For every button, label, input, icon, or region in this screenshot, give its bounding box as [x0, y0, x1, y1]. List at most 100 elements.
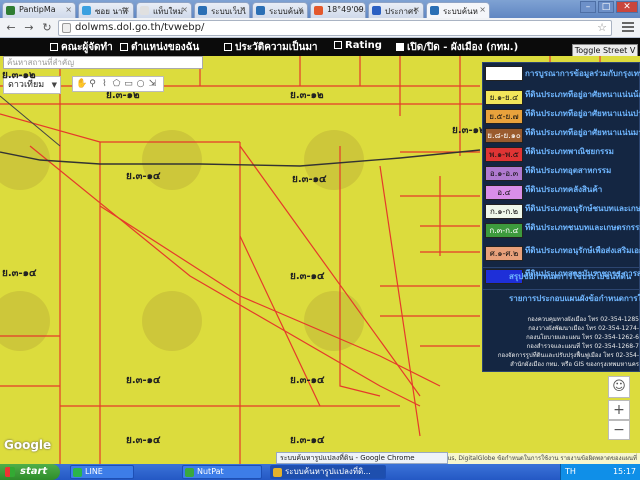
page-info-icon[interactable] — [62, 23, 71, 33]
tab-favicon-icon — [256, 6, 265, 15]
tab-close-icon[interactable]: × — [65, 5, 72, 14]
contact-line: กองนโยบายและแผน โทร 02-354-1262-6 — [526, 334, 639, 341]
taskbar-item[interactable]: LINE — [70, 465, 134, 479]
browser-tab[interactable]: PantipMa × — [2, 2, 76, 18]
contact-line: กองสำรวจและแผนที่ โทร 02-354-1268-7 — [526, 343, 639, 350]
tab-close-icon[interactable]: × — [413, 5, 420, 14]
site-menu-item[interactable]: คณะผู้จัดทำ — [50, 40, 113, 55]
zone-label: ย.๓-๑๔ — [126, 435, 161, 446]
legend-swatch: ก.๑-ก.๒ — [485, 204, 523, 219]
forward-arrow-icon[interactable]: → — [22, 21, 36, 35]
close-window-button[interactable]: ✕ — [616, 1, 638, 13]
legend-swatch: ก.๓-ก.๔ — [485, 223, 523, 238]
site-menu-bar: คณะผู้จัดทำ ตำแหน่งของฉัน ประวัติความเป็นม… — [0, 38, 640, 56]
browser-tab-strip: – □ ✕ PantipMa × ซอย นาฬิ × แท็บใหม่ × ระบบเว็… — [0, 0, 640, 18]
site-menu-label: ตำแหน่งของฉัน — [131, 42, 200, 53]
app-icon — [273, 468, 282, 477]
site-menu-label: เปิด/ปิด - ผังเมือง (กทม.) — [407, 42, 519, 53]
legend-row: พ.๑-พ.๕ ที่ดินประเภทพาณิชยกรรม — [483, 144, 640, 165]
legend-row: ก.๓-ก.๔ ที่ดินประเภทชนบทและเกษตรกรรม — [483, 220, 640, 241]
zone-label: ย.๓-๑๒ — [106, 90, 140, 101]
site-menu-label: Rating — [345, 40, 382, 51]
windows-flag-icon — [5, 467, 15, 477]
minimize-button[interactable]: – — [580, 1, 596, 13]
legend-text: ที่ดินประเภทอนุรักษ์เพื่อส่งเสริมเอกลักษ… — [525, 246, 640, 255]
tab-favicon-icon — [198, 6, 207, 15]
tab-favicon-icon — [314, 6, 323, 15]
tab-close-icon[interactable]: × — [297, 5, 304, 14]
site-menu-item[interactable]: ประวัติความเป็นมา — [224, 40, 318, 55]
legend-text: ที่ดินประเภทที่อยู่อาศัยหนาแน่นน้อย — [525, 90, 640, 99]
language-indicator[interactable]: TH — [565, 464, 576, 480]
browser-tab[interactable]: ประกาศรั × — [368, 2, 424, 18]
contact-list: กองควบคุมทางผังเมือง โทร 02-354-1285 กองว… — [483, 315, 640, 369]
reload-icon[interactable]: ↻ — [40, 21, 54, 35]
start-button[interactable]: start — [0, 464, 60, 480]
browser-tab[interactable]: ระบบค้นห × — [252, 2, 308, 18]
legend-row: ก.๑-ก.๒ที่ดินประเภทอนุรักษ์ชนบทและเกษตรก… — [483, 201, 640, 222]
legend-row: ศ.๑-ศ.๒ ที่ดินประเภทอนุรักษ์เพื่อส่งเสริม… — [483, 243, 640, 264]
tab-label: PantipMa — [19, 5, 56, 14]
browser-tab[interactable]: ระบบค้นห × — [426, 2, 490, 18]
legend-text: ที่ดินประเภทอนุรักษ์ชนบทและเกษตรกรรม — [525, 204, 640, 213]
pegman-icon[interactable]: ☺ — [608, 376, 630, 398]
zoom-out-button[interactable]: − — [608, 420, 630, 440]
site-menu-item[interactable]: ตำแหน่งของฉัน — [120, 40, 199, 55]
tab-close-icon[interactable]: × — [479, 5, 486, 14]
browser-tab[interactable]: 18°49'09. × — [310, 2, 366, 18]
zoom-in-button[interactable]: + — [608, 400, 630, 420]
tab-label: ระบบค้นห — [443, 7, 478, 16]
taskbar-item-label: LINE — [85, 467, 103, 476]
tab-close-icon[interactable]: × — [181, 5, 188, 14]
tab-close-icon[interactable]: × — [239, 5, 246, 14]
site-menu-label: ประวัติความเป็นมา — [235, 42, 318, 53]
bookmark-star-icon[interactable]: ☆ — [597, 21, 607, 35]
checkbox-icon[interactable] — [120, 43, 128, 51]
taskbar-item[interactable]: NutPat — [182, 465, 262, 479]
marker-icon[interactable]: ⚲ — [88, 79, 97, 89]
checkbox-icon[interactable] — [224, 43, 232, 51]
chrome-menu-icon[interactable] — [622, 22, 634, 34]
tab-close-icon[interactable]: × — [123, 5, 130, 14]
window-controls: – □ ✕ — [580, 1, 638, 13]
land-use-summary-link[interactable]: สรุปข้อกำหนดการใช้ประโยชน์ที่ดิน — [483, 267, 640, 285]
taskbar-item-label: ระบบค้นหารูปแปลงที่ดิ... — [285, 467, 371, 476]
checkbox-icon[interactable] — [334, 41, 342, 49]
zone-label: ย.๓-๑๔ — [290, 375, 325, 386]
site-menu-item[interactable]: Rating — [334, 40, 382, 51]
browser-tab[interactable]: ซอย นาฬิ × — [78, 2, 134, 18]
zone-label: ย.๓-๑๔ — [126, 375, 161, 386]
tab-close-icon[interactable]: × — [355, 5, 362, 14]
checkbox-icon[interactable] — [50, 43, 58, 51]
legend-title: การบูรณาการข้อมูลร่วมกับกรุงเทพมหานคร — [525, 69, 640, 78]
tab-favicon-icon — [140, 6, 149, 15]
legend-row: อ.๔ ที่ดินประเภทคลังสินค้า — [483, 182, 640, 203]
browser-toolbar: ← → ↻ dolwms.dol.go.th/tvwebp/ ☆ — [0, 18, 640, 38]
browser-tab[interactable]: ระบบเว็บไ × — [194, 2, 250, 18]
zone-label: ย.๓-๑๔ — [292, 174, 327, 185]
address-bar[interactable]: dolwms.dol.go.th/tvwebp/ ☆ — [58, 20, 612, 36]
legend-swatch: ย.๘-ย.๑๐ — [485, 128, 523, 143]
site-menu-item[interactable]: เปิด/ปิด - ผังเมือง (กทม.) — [396, 40, 518, 55]
browser-tab[interactable]: แท็บใหม่ × — [136, 2, 192, 18]
site-menu-label: คณะผู้จัดทำ — [61, 42, 113, 53]
zone-label: ย.๓-๑๒ — [452, 125, 486, 136]
maximize-button[interactable]: □ — [598, 1, 614, 13]
hand-icon[interactable]: ✋ — [76, 79, 87, 89]
app-icon — [185, 468, 194, 477]
legend-text: ที่ดินประเภทชนบทและเกษตรกรรม — [525, 223, 640, 232]
taskbar-item[interactable]: ระบบค้นหารูปแปลงที่ดิ... — [270, 465, 386, 479]
watermark-seals — [0, 130, 364, 351]
clock: 15:17 — [612, 467, 636, 476]
back-arrow-icon[interactable]: ← — [4, 21, 18, 35]
zone-label: ย.๓-๑๔ — [290, 435, 325, 446]
land-use-details-link[interactable]: รายการประกอบแผนผังข้อกำหนดการใช้ประโยชน์ — [483, 289, 640, 307]
contact-line: กองควบคุมทางผังเมือง โทร 02-354-1285 — [527, 316, 639, 323]
measure-icon[interactable]: ⇲ — [148, 79, 157, 89]
system-tray: TH 15:17 — [560, 464, 640, 480]
tab-favicon-icon — [6, 6, 15, 15]
checkbox-icon[interactable] — [396, 43, 404, 51]
zone-label: ย.๓-๑๔ — [126, 171, 161, 182]
legend-title-row: การบูรณาการข้อมูลร่วมกับกรุงเทพมหานคร — [483, 63, 640, 84]
contact-line: สำนักผังเมือง กทม. หรือ GIS ของกรุงเทพมห… — [510, 361, 639, 368]
